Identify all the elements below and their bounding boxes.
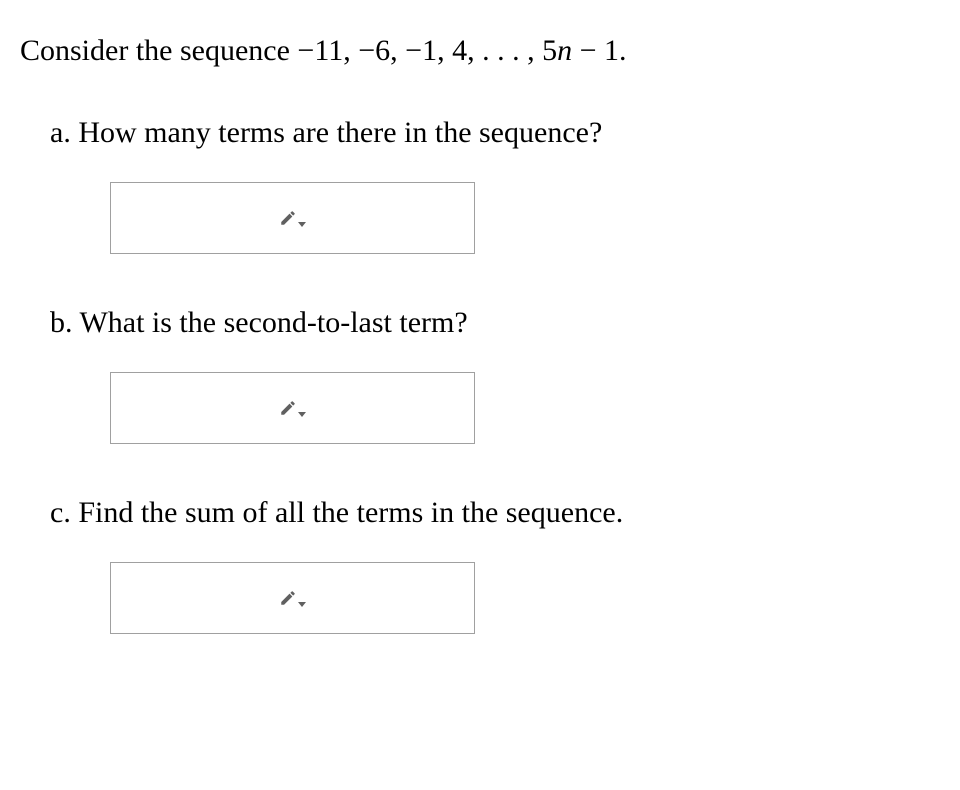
sequence-var: n <box>557 34 572 67</box>
answer-a-wrap <box>50 182 940 254</box>
question-c: c. Find the sum of all the terms in the … <box>50 492 940 534</box>
answer-b-wrap <box>50 372 940 444</box>
chevron-down-icon <box>298 222 306 227</box>
question-b: b. What is the second-to-last term? <box>50 302 940 344</box>
chevron-down-icon <box>298 412 306 417</box>
chevron-down-icon <box>298 602 306 607</box>
question-c-label: c. Find the sum of all the terms in the … <box>50 496 623 529</box>
question-b-label: b. What is the second-to-last term? <box>50 306 468 339</box>
answer-input-b[interactable] <box>110 372 475 444</box>
pencil-icon <box>279 209 306 227</box>
sequence-text: −11, −6, −1, 4, . . . , 5 <box>297 34 557 67</box>
question-a-label: a. How many terms are there in the seque… <box>50 116 602 149</box>
answer-c-wrap <box>50 562 940 634</box>
intro-prefix: Consider the sequence <box>20 34 297 67</box>
sequence-suffix: − 1. <box>572 34 626 67</box>
subparts-container: a. How many terms are there in the seque… <box>20 112 940 634</box>
question-a: a. How many terms are there in the seque… <box>50 112 940 154</box>
answer-input-c[interactable] <box>110 562 475 634</box>
answer-input-a[interactable] <box>110 182 475 254</box>
problem-intro: Consider the sequence −11, −6, −1, 4, . … <box>20 30 940 72</box>
pencil-icon <box>279 589 306 607</box>
pencil-icon <box>279 399 306 417</box>
